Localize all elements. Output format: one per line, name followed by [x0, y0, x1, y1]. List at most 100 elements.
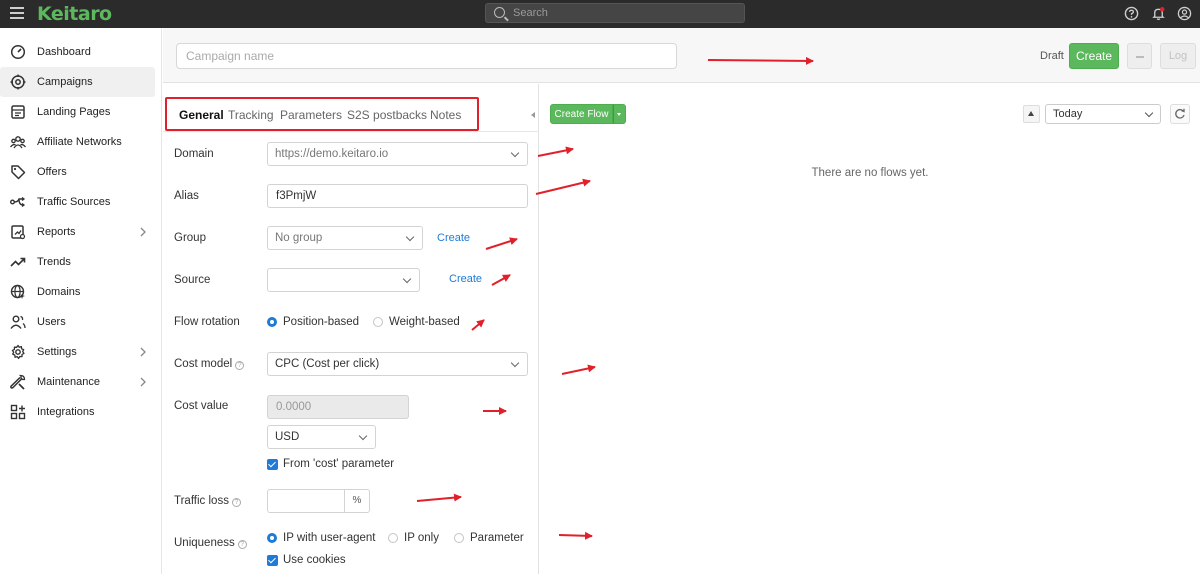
sidebar-item-reports[interactable]: Reports	[0, 217, 155, 247]
position-based-radio[interactable]	[267, 317, 277, 327]
traffic-sources-icon	[10, 196, 26, 208]
dashboard-icon	[10, 44, 26, 60]
refresh-icon	[1175, 108, 1185, 119]
parameter-radio[interactable]	[454, 533, 464, 543]
flow-rotation-label: Flow rotation	[174, 316, 240, 328]
sidebar-item-settings[interactable]: Settings	[0, 337, 155, 367]
use-cookies-checkbox[interactable]	[267, 555, 278, 566]
sidebar-item-affiliate-networks[interactable]: Affiliate Networks	[0, 127, 155, 157]
log-button[interactable]: Log	[1160, 43, 1196, 69]
create-flow-button[interactable]: Create Flow	[550, 104, 613, 124]
help-icon[interactable]	[1124, 6, 1139, 21]
tab-notes[interactable]: Notes	[430, 108, 461, 122]
domains-icon	[10, 284, 25, 299]
create-source-link[interactable]: Create	[449, 273, 482, 285]
chevron-down-icon	[358, 431, 368, 441]
uniqueness-label-text: Uniqueness	[174, 537, 235, 549]
sidebar-item-domains[interactable]: Domains	[0, 277, 155, 307]
date-range-select[interactable]: Today	[1045, 104, 1161, 124]
from-cost-parameter-label: From 'cost' parameter	[283, 458, 395, 470]
tab-s2s-postbacks[interactable]: S2S postbacks	[347, 108, 427, 122]
ip-with-user-agent-radio[interactable]	[267, 533, 277, 543]
sidebar-item-landing-pages[interactable]: Landing Pages	[0, 97, 155, 127]
tabs-divider	[163, 131, 539, 132]
cost-model-label: Cost model?	[174, 358, 245, 370]
domain-select[interactable]: https://demo.keitaro.io	[267, 142, 528, 166]
campaign-form-panel: General Tracking Parameters S2S postback…	[163, 84, 539, 574]
sidebar-item-label: Traffic Sources	[37, 196, 111, 208]
cost-value-input[interactable]: 0.0000	[267, 395, 409, 419]
search-icon	[494, 7, 505, 18]
help-icon[interactable]: ?	[235, 361, 245, 370]
sidebar-item-traffic-sources[interactable]: Traffic Sources	[0, 187, 155, 217]
affiliate-networks-icon	[10, 136, 26, 149]
sidebar-item-label: Reports	[37, 226, 76, 238]
sidebar-item-label: Landing Pages	[37, 106, 111, 118]
menu-icon[interactable]	[10, 7, 24, 19]
tab-parameters[interactable]: Parameters	[280, 108, 342, 122]
weight-based-label: Weight-based	[389, 316, 460, 328]
sidebar-item-users[interactable]: Users	[0, 307, 155, 337]
search-box[interactable]: Search	[485, 3, 745, 23]
cost-model-value: CPC (Cost per click)	[275, 358, 380, 370]
search-placeholder: Search	[513, 7, 548, 19]
currency-select[interactable]: USD	[267, 425, 376, 449]
chevron-down-icon	[402, 274, 412, 284]
collapse-panel-icon[interactable]	[531, 112, 535, 118]
sidebar-item-label: Domains	[37, 286, 81, 298]
sidebar-item-label: Maintenance	[37, 376, 100, 388]
domain-label: Domain	[174, 148, 214, 160]
source-select[interactable]	[267, 268, 420, 292]
user-account-icon[interactable]	[1177, 6, 1192, 21]
flows-panel: Create Flow Today There are no flows yet…	[540, 84, 1200, 574]
status-badge: Draft	[1040, 50, 1064, 62]
weight-based-radio[interactable]	[373, 317, 383, 327]
help-icon[interactable]: ?	[237, 540, 247, 549]
reports-icon	[11, 225, 26, 240]
cost-value-label: Cost value	[174, 400, 229, 412]
sidebar-item-maintenance[interactable]: Maintenance	[0, 367, 155, 397]
offers-icon	[11, 165, 26, 180]
from-cost-parameter-checkbox[interactable]	[267, 459, 278, 470]
create-flow-dropdown-button[interactable]	[613, 104, 626, 124]
domain-value: https://demo.keitaro.io	[275, 148, 389, 160]
campaigns-icon	[10, 74, 26, 90]
chevron-down-icon	[510, 358, 520, 368]
sidebar: Dashboard Campaigns Landing Pages Affili…	[0, 28, 162, 574]
app-logo[interactable]: Keitaro	[37, 3, 112, 25]
sidebar-item-trends[interactable]: Trends	[0, 247, 155, 277]
sidebar-item-label: Campaigns	[37, 76, 93, 88]
group-select[interactable]: No group	[267, 226, 423, 250]
help-icon[interactable]: ?	[231, 498, 241, 507]
tab-tracking[interactable]: Tracking	[228, 108, 274, 122]
chevron-right-icon	[140, 377, 146, 387]
main-content: Draft Create Log General Tracking Parame…	[163, 28, 1200, 574]
campaign-header: Draft Create Log	[163, 28, 1200, 83]
create-group-link[interactable]: Create	[437, 232, 470, 244]
traffic-loss-input[interactable]	[267, 489, 345, 513]
sidebar-item-offers[interactable]: Offers	[0, 157, 155, 187]
settings-gear-icon	[11, 344, 25, 360]
notifications-bell-icon[interactable]	[1151, 6, 1166, 21]
tab-general[interactable]: General	[179, 108, 224, 122]
chevron-down-icon	[1144, 108, 1154, 118]
sidebar-item-integrations[interactable]: Integrations	[0, 397, 155, 427]
link-icon-button[interactable]	[1127, 43, 1152, 69]
campaign-name-input[interactable]	[176, 43, 677, 69]
alias-input[interactable]: f3PmjW	[267, 184, 528, 208]
create-button[interactable]: Create	[1069, 43, 1119, 69]
percent-addon: %	[345, 489, 370, 513]
landing-pages-icon	[11, 105, 25, 119]
use-cookies-label: Use cookies	[283, 554, 346, 566]
cost-model-select[interactable]: CPC (Cost per click)	[267, 352, 528, 376]
sidebar-item-label: Integrations	[37, 406, 95, 418]
sidebar-item-dashboard[interactable]: Dashboard	[0, 37, 155, 67]
sidebar-item-campaigns[interactable]: Campaigns	[0, 67, 155, 97]
refresh-button[interactable]	[1170, 104, 1190, 124]
users-icon	[10, 315, 26, 329]
ip-only-radio[interactable]	[388, 533, 398, 543]
ip-with-user-agent-label: IP with user-agent	[283, 532, 376, 544]
sort-up-button[interactable]	[1023, 105, 1040, 123]
maintenance-wrench-icon	[10, 374, 26, 390]
date-range-value: Today	[1053, 108, 1083, 120]
